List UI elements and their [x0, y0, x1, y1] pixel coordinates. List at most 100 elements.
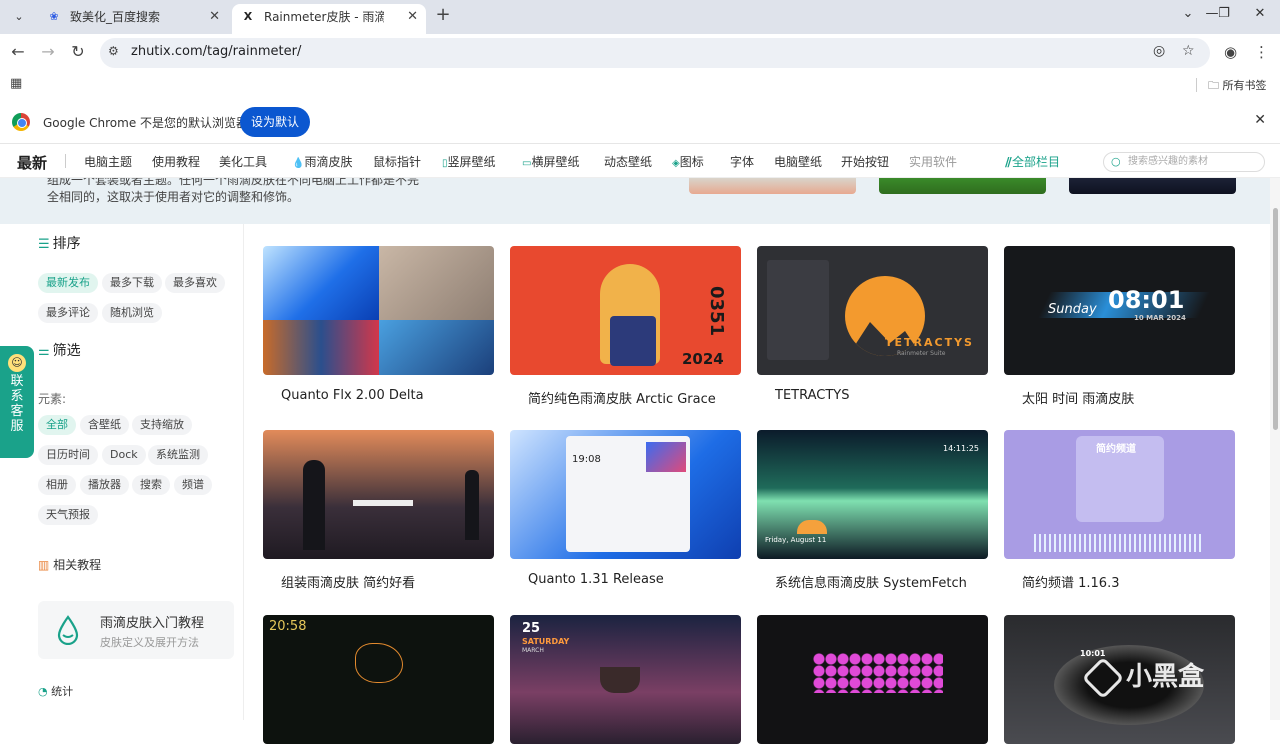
- hero-thumbnail[interactable]: [1069, 178, 1236, 194]
- skin-card[interactable]: 组装雨滴皮肤 简约好看: [263, 430, 494, 591]
- card-thumbnail[interactable]: 0351 2024: [510, 246, 741, 375]
- hero-thumbnail[interactable]: [879, 178, 1046, 194]
- card-thumbnail[interactable]: [757, 615, 988, 744]
- nav-item[interactable]: 实用软件: [909, 153, 957, 170]
- card-thumbnail[interactable]: 20:58: [263, 615, 494, 744]
- hero-thumbnail[interactable]: [689, 178, 856, 194]
- element-option[interactable]: 含壁纸: [80, 415, 129, 435]
- nav-item[interactable]: 电脑主题: [84, 153, 132, 170]
- sort-option[interactable]: 随机浏览: [102, 303, 162, 323]
- element-option[interactable]: 支持缩放: [132, 415, 192, 435]
- card-title[interactable]: Quanto 1.31 Release: [528, 572, 664, 587]
- nav-item[interactable]: 字体: [730, 153, 754, 170]
- tab-close-icon[interactable]: ✕: [407, 4, 418, 30]
- card-thumbnail[interactable]: 简约频道: [1004, 430, 1235, 559]
- card-title[interactable]: 太阳 时间 雨滴皮肤: [1022, 388, 1134, 407]
- scrollbar-thumb[interactable]: [1273, 208, 1278, 430]
- restore-icon[interactable]: ❐: [1214, 6, 1234, 21]
- back-arrow-icon[interactable]: ←: [7, 42, 29, 61]
- skin-card[interactable]: 简约频道 简约频谱 1.16.3: [1004, 430, 1235, 591]
- nav-item[interactable]: 开始按钮: [841, 153, 889, 170]
- new-tab-plus-icon[interactable]: +: [432, 4, 454, 25]
- card-title[interactable]: Quanto Flx 2.00 Delta: [281, 388, 424, 403]
- skin-card[interactable]: 14:11:25 Friday, August 11 系统信息雨滴皮肤 Syst…: [757, 430, 988, 591]
- skin-card[interactable]: TETRACTYS Rainmeter Suite TETRACTYS: [757, 246, 988, 403]
- card-title[interactable]: TETRACTYS: [775, 388, 849, 403]
- nav-item[interactable]: 美化工具: [219, 153, 267, 170]
- all-columns-label: 全部栏目: [1011, 155, 1060, 169]
- nav-item-icons[interactable]: ◈图标: [672, 153, 704, 170]
- sort-option[interactable]: 最多评论: [38, 303, 98, 323]
- elements-label: 元素:: [38, 392, 67, 406]
- sort-option[interactable]: 最多下载: [102, 273, 162, 293]
- element-option[interactable]: 搜索: [132, 475, 170, 495]
- skin-card[interactable]: 25 SATURDAY MARCH: [510, 615, 741, 744]
- card-thumbnail[interactable]: [263, 430, 494, 559]
- nav-latest[interactable]: 最新: [17, 152, 47, 173]
- address-bar[interactable]: ⚙ zhutix.com/tag/rainmeter/ ◎ ☆: [100, 38, 1210, 68]
- nav-item[interactable]: 电脑壁纸: [774, 153, 822, 170]
- element-option[interactable]: 全部: [38, 415, 76, 435]
- window-chevron-down-icon[interactable]: ⌄: [1178, 6, 1198, 21]
- skin-card[interactable]: Quanto Flx 2.00 Delta: [263, 246, 494, 403]
- page-scrollbar[interactable]: [1270, 178, 1280, 720]
- eye-off-icon[interactable]: ◎: [1153, 43, 1165, 59]
- card-title[interactable]: 系统信息雨滴皮肤 SystemFetch: [775, 572, 967, 591]
- card-thumbnail[interactable]: Sunday 08:01 10 MAR 2024: [1004, 246, 1235, 375]
- card-title[interactable]: 简约纯色雨滴皮肤 Arctic Grace: [528, 388, 716, 407]
- window-close-icon[interactable]: ✕: [1250, 6, 1270, 21]
- nav-item-portrait[interactable]: ▯竖屏壁纸: [442, 153, 496, 170]
- bookmark-star-icon[interactable]: ☆: [1182, 43, 1195, 59]
- nav-item[interactable]: 动态壁纸: [604, 153, 652, 170]
- skin-card[interactable]: Sunday 08:01 10 MAR 2024 太阳 时间 雨滴皮肤: [1004, 246, 1235, 407]
- all-bookmarks-button[interactable]: 🗀 所有书签: [1208, 77, 1267, 96]
- customer-service-button[interactable]: ☺ 联系客服: [0, 346, 34, 458]
- set-default-button[interactable]: 设为默认: [240, 107, 310, 137]
- all-columns-button[interactable]: // 全部栏目: [1005, 153, 1060, 170]
- sort-option[interactable]: 最多喜欢: [165, 273, 225, 293]
- card-thumbnail[interactable]: TETRACTYS Rainmeter Suite: [757, 246, 988, 375]
- nav-item[interactable]: 使用教程: [152, 153, 200, 170]
- skin-card[interactable]: 0351 2024 简约纯色雨滴皮肤 Arctic Grace: [510, 246, 741, 407]
- reload-icon[interactable]: ↻: [67, 42, 89, 61]
- apps-grid-icon[interactable]: ▦: [10, 76, 22, 91]
- nav-item-rainmeter[interactable]: 💧雨滴皮肤: [292, 153, 352, 170]
- element-option[interactable]: 播放器: [80, 475, 129, 495]
- card-thumbnail[interactable]: 14:11:25 Friday, August 11: [757, 430, 988, 559]
- nav-item[interactable]: 鼠标指针: [373, 153, 421, 170]
- element-option[interactable]: 日历时间: [38, 445, 98, 465]
- sort-option[interactable]: 最新发布: [38, 273, 98, 293]
- tutorial-card[interactable]: 雨滴皮肤入门教程 皮肤定义及展开方法: [38, 601, 234, 659]
- card-title[interactable]: 简约频谱 1.16.3: [1022, 572, 1119, 591]
- element-option[interactable]: Dock: [102, 445, 146, 465]
- stats-title: 统计: [51, 685, 74, 698]
- art-text: 简约频道: [1096, 444, 1136, 455]
- element-option[interactable]: 频谱: [174, 475, 212, 495]
- element-option[interactable]: 系统监测: [148, 445, 208, 465]
- skin-card[interactable]: [757, 615, 988, 744]
- site-settings-icon[interactable]: ⚙: [108, 44, 119, 58]
- profile-icon[interactable]: ◉: [1224, 43, 1237, 61]
- infobar-close-icon[interactable]: ✕: [1254, 112, 1266, 128]
- nav-item-landscape[interactable]: ▭横屏壁纸: [522, 153, 579, 170]
- card-thumbnail[interactable]: 19:08: [510, 430, 741, 559]
- url-text: zhutix.com/tag/rainmeter/: [131, 44, 302, 59]
- tab-zhutix[interactable]: X Rainmeter皮肤 - 雨滴皮肤 - 致美化 ✕: [232, 4, 426, 34]
- skin-card[interactable]: 19:08 Quanto 1.31 Release: [510, 430, 741, 587]
- card-thumbnail[interactable]: 25 SATURDAY MARCH: [510, 615, 741, 744]
- forward-arrow-icon[interactable]: →: [37, 42, 59, 61]
- tab-search-chevron-icon[interactable]: ⌄: [8, 6, 30, 28]
- tab-baidu[interactable]: ❀ 致美化_百度搜索 ✕: [38, 4, 228, 34]
- infobar-message: Google Chrome 不是您的默认浏览器: [43, 116, 249, 130]
- columns-icon: //: [1005, 155, 1012, 169]
- skin-card[interactable]: 20:58: [263, 615, 494, 744]
- card-thumbnail[interactable]: [263, 246, 494, 375]
- element-option[interactable]: 天气预报: [38, 505, 98, 525]
- tutorial-title: 雨滴皮肤入门教程: [100, 616, 205, 631]
- menu-more-icon[interactable]: ⋮: [1254, 43, 1269, 61]
- element-option[interactable]: 相册: [38, 475, 76, 495]
- tab-close-icon[interactable]: ✕: [209, 4, 220, 30]
- related-title: 相关教程: [53, 558, 102, 572]
- site-search-input[interactable]: ○ 搜索感兴趣的素材: [1103, 152, 1265, 172]
- card-title[interactable]: 组装雨滴皮肤 简约好看: [281, 572, 415, 591]
